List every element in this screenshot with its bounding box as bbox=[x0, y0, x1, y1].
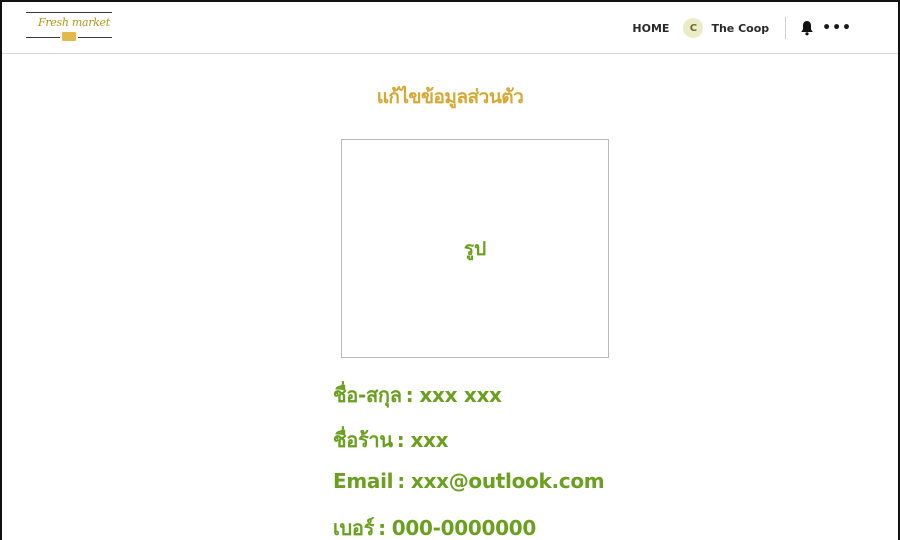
logo-frame-line bbox=[26, 12, 112, 13]
logo-text: Fresh market bbox=[38, 16, 110, 29]
field-value: xxx@outlook.com bbox=[410, 469, 605, 493]
nav-home-link[interactable]: HOME bbox=[632, 22, 669, 35]
user-name[interactable]: The Coop bbox=[711, 22, 769, 35]
field-value: 000-0000000 bbox=[391, 516, 536, 540]
avatar[interactable]: C bbox=[683, 18, 704, 38]
more-icon[interactable]: ••• bbox=[822, 21, 852, 35]
bell-icon[interactable] bbox=[800, 20, 814, 36]
field-label: Email bbox=[333, 469, 394, 493]
colon-separator: : bbox=[397, 469, 405, 493]
nav-menu: HOME C The Coop ••• bbox=[632, 17, 852, 39]
top-navbar: Fresh market HOME C The Coop ••• bbox=[2, 2, 898, 54]
field-phone: เบอร์:000-0000000 bbox=[333, 512, 536, 540]
profile-photo-placeholder[interactable]: รูป bbox=[341, 139, 609, 358]
field-value: xxx bbox=[410, 428, 449, 452]
logo-frame-line bbox=[26, 37, 60, 38]
field-fullname: ชื่อ-สกุล: xxx xxx bbox=[333, 379, 502, 411]
page-title: แก้ไขข้อมูลส่วนตัว bbox=[376, 86, 524, 108]
colon-separator: : bbox=[378, 516, 386, 540]
logo-frame-line bbox=[78, 37, 112, 38]
photo-label: รูป bbox=[463, 237, 487, 260]
app-window: Fresh market HOME C The Coop ••• แก้ไขข้… bbox=[0, 0, 900, 540]
colon-separator: : bbox=[396, 428, 405, 452]
brand-logo[interactable]: Fresh market bbox=[26, 12, 112, 42]
field-label: ชื่อร้าน bbox=[333, 428, 393, 452]
basket-icon bbox=[62, 32, 76, 41]
field-label: ชื่อ-สกุล bbox=[333, 383, 402, 407]
colon-separator: : bbox=[405, 383, 414, 407]
field-email: Email: xxx@outlook.com bbox=[333, 469, 605, 493]
field-value: xxx xxx bbox=[419, 383, 502, 407]
field-label: เบอร์ bbox=[333, 516, 375, 540]
field-shop-name: ชื่อร้าน: xxx bbox=[333, 424, 449, 456]
nav-divider bbox=[785, 17, 787, 39]
